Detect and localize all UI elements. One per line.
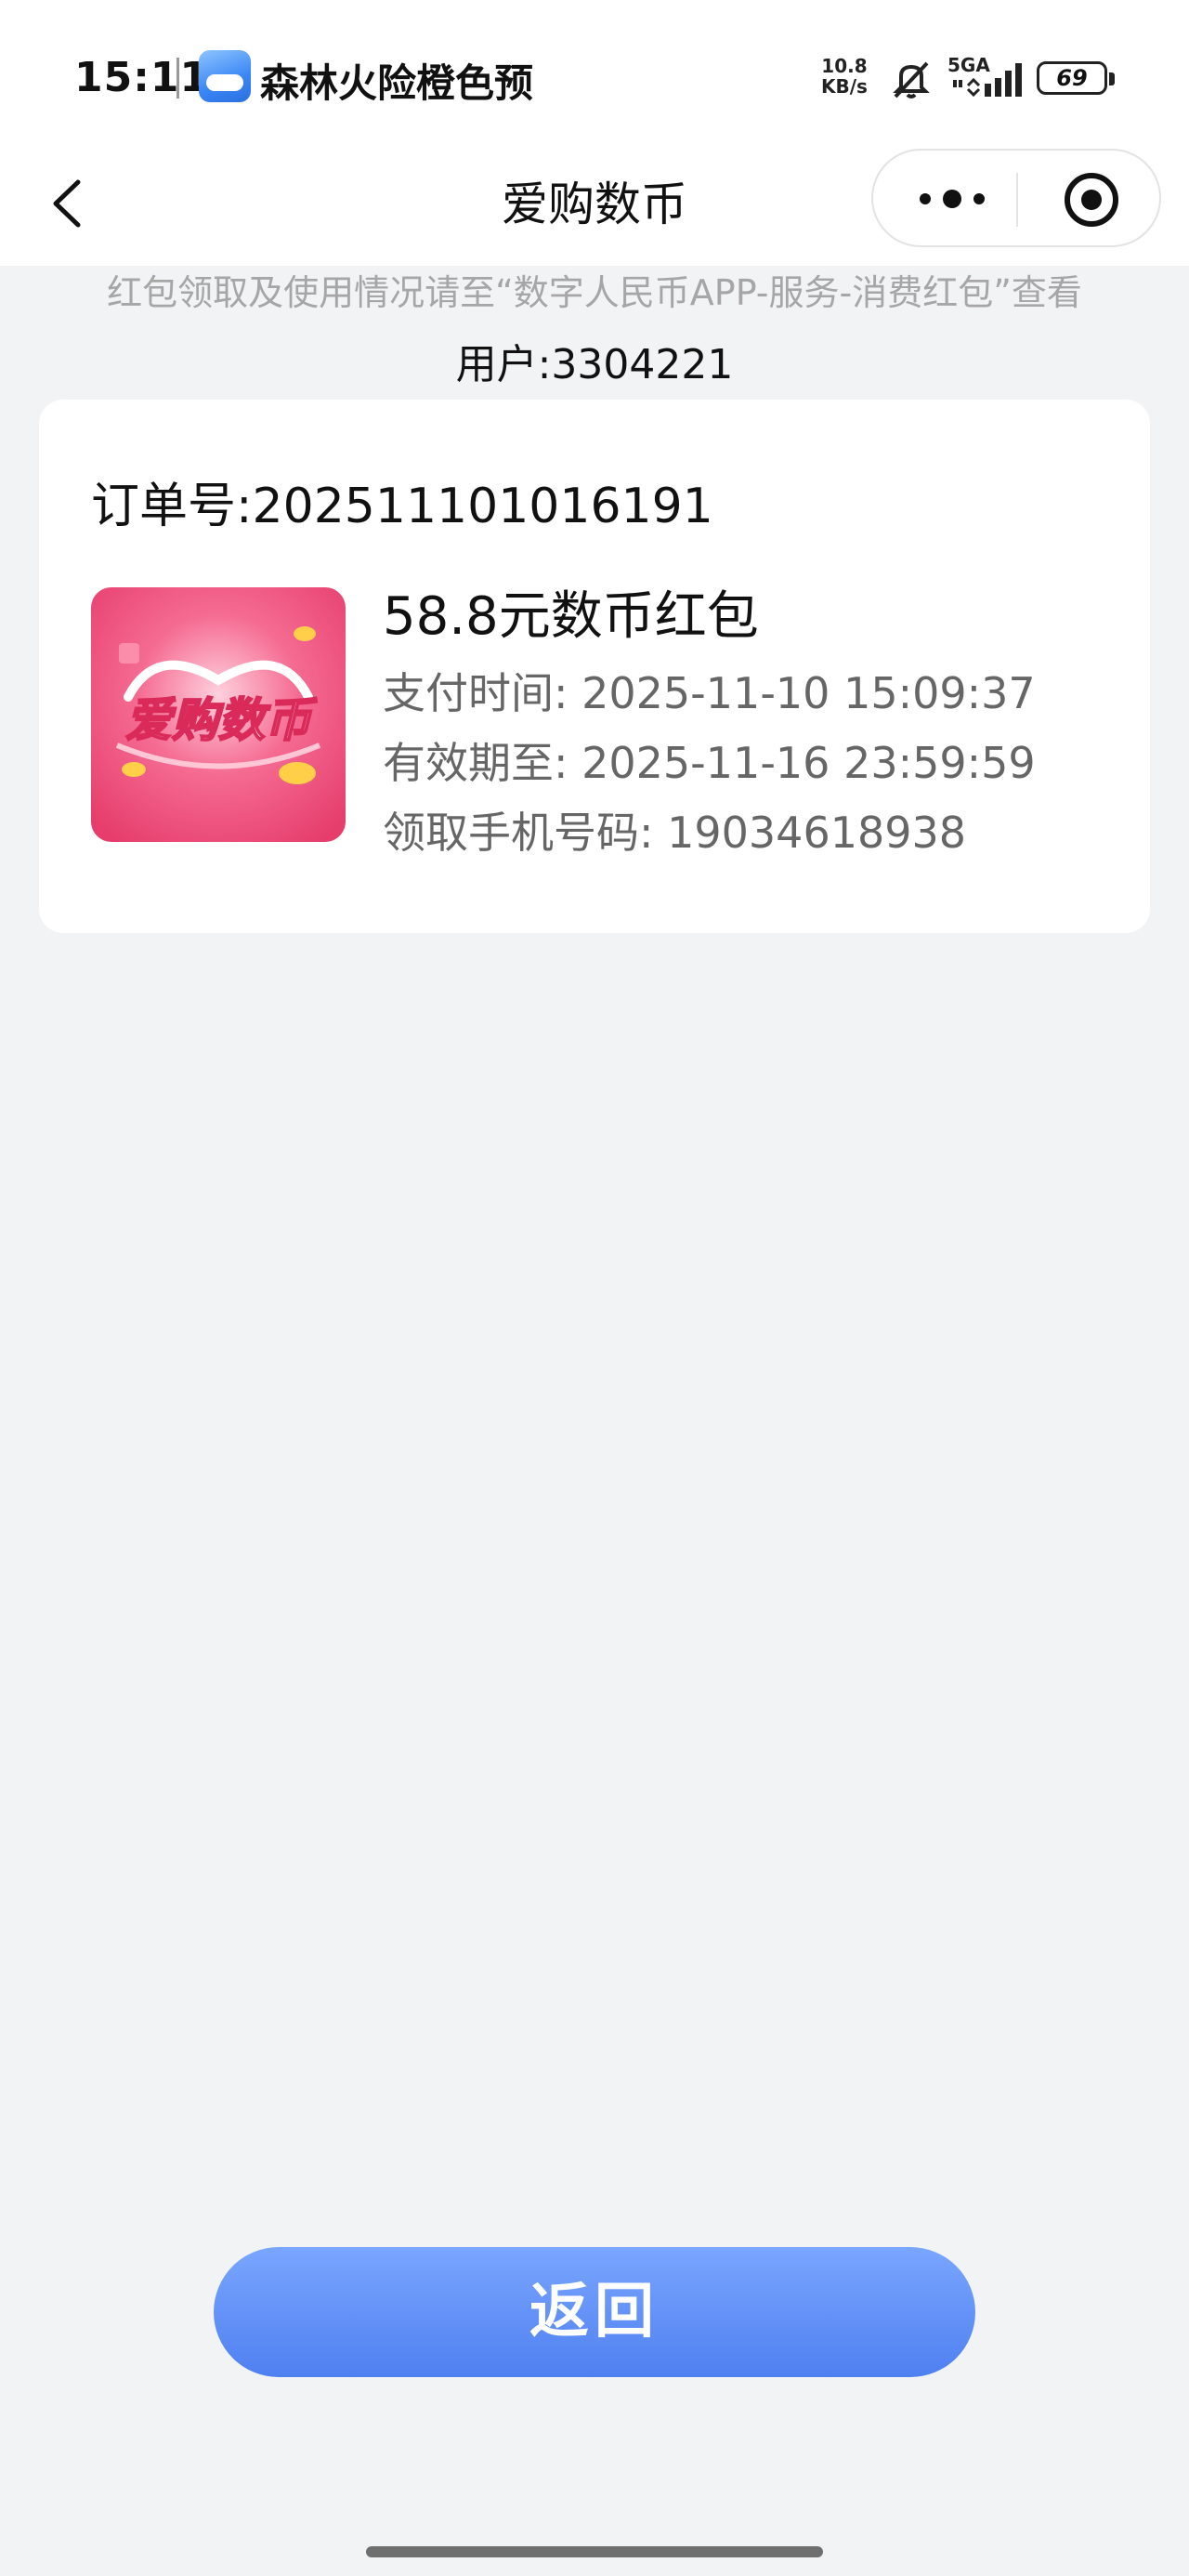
valid-until: 有效期至: 2025-11-16 23:59:59 [383,738,1036,788]
net-speed-value: 10.8 [821,55,868,77]
status-time: 15:11 [74,54,210,101]
order-card: 订单号:202511101016191 爱购数币 58.8元数币红包 支付时间:… [39,400,1150,933]
notice-text: 红包领取及使用情况请至“数字人民币APP-服务-消费红包”查看 [107,272,1082,313]
net-speed: 10.8 KB/s [821,56,868,97]
status-app-name: 森林火险橙色预 [260,60,534,106]
nav-bar: 爱购数币 [0,149,1189,266]
order-number: 订单号:202511101016191 [91,479,713,534]
more-dots-icon[interactable] [910,178,994,219]
net-speed-unit: KB/s [821,75,868,98]
user-id: 用户:3304221 [455,341,734,388]
target-circle-icon[interactable] [1063,171,1120,229]
product-image: 爱购数币 [91,587,346,842]
status-bar: 15:11 森林火险橙色预 10.8 KB/s 5GA 69 [0,0,1189,149]
product-title: 58.8元数币红包 [383,586,759,647]
product-image-art: 爱购数币 [91,587,346,842]
receive-phone: 领取手机号码: 19034618938 [383,808,967,858]
home-indicator[interactable] [366,2546,823,2557]
capsule-divider [1016,173,1018,227]
signal-icon [953,63,1022,98]
pay-time: 支付时间: 2025-11-10 15:09:37 [383,668,1036,718]
status-divider [176,58,179,99]
mute-icon [893,61,930,99]
return-button[interactable]: 返回 [214,2247,975,2377]
battery-icon: 69 [1037,61,1107,95]
mini-program-capsule [871,149,1161,247]
app-icon [199,50,251,102]
product-image-text: 爱购数币 [125,693,318,747]
battery-tip [1109,72,1115,85]
